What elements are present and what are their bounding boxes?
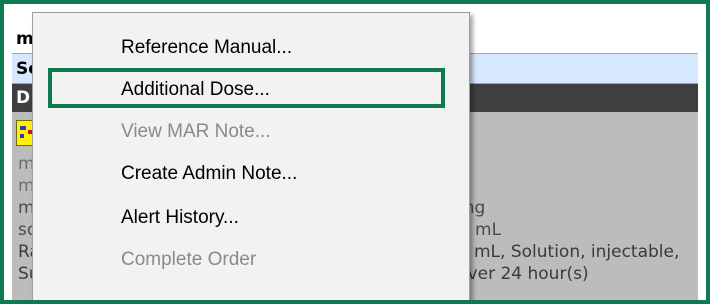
menu-item-label: View MAR Note... bbox=[121, 121, 271, 142]
menu-item-view-mar-note: View MAR Note... bbox=[33, 111, 469, 153]
menu-item-alert-history[interactable]: Alert History... bbox=[33, 197, 469, 239]
section-header-text: D bbox=[16, 88, 31, 108]
menu-item-create-admin-note[interactable]: Create Admin Note... bbox=[33, 153, 469, 195]
menu-item-complete-order: Complete Order bbox=[33, 239, 469, 281]
detail-text-right: mL, Solution, injectable, bbox=[474, 242, 680, 262]
menu-item-label: Reference Manual... bbox=[121, 37, 293, 58]
context-menu: Reference Manual... Additional Dose... V… bbox=[32, 12, 470, 300]
highlight-annotation bbox=[48, 68, 445, 108]
screenshot-frame: me Sc D mi mo me mg soc 17 mL Ra mL, Sol… bbox=[0, 0, 710, 304]
menu-item-label: Create Admin Note... bbox=[121, 163, 298, 184]
menu-item-label: Alert History... bbox=[121, 207, 239, 228]
menu-item-reference-manual[interactable]: Reference Manual... bbox=[33, 27, 469, 69]
menu-item-label: Complete Order bbox=[121, 249, 257, 270]
